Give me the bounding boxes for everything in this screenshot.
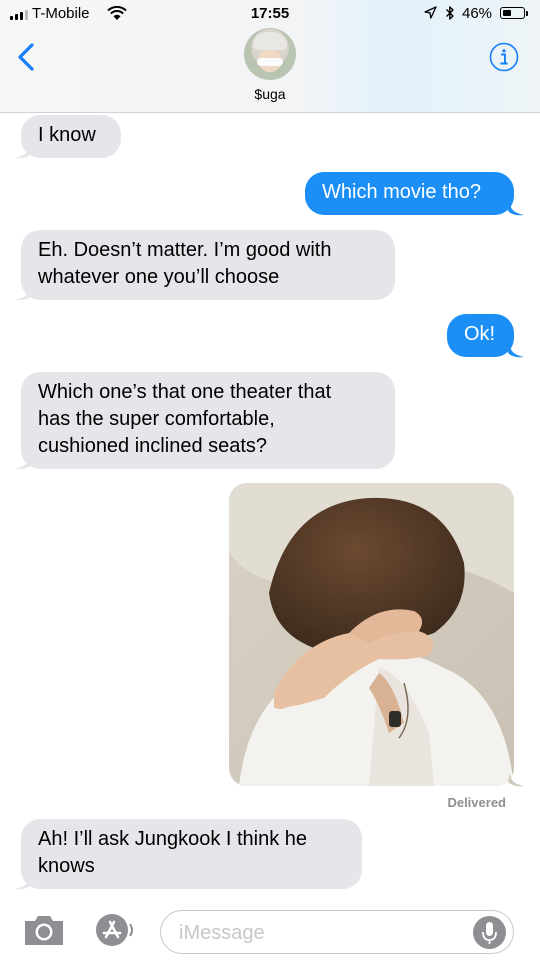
conversation-header: T-Mobile 17:55 46% $uga bbox=[0, 0, 540, 113]
bubble-tail bbox=[15, 287, 31, 301]
message-line: Eh. Doesn’t matter. I’m good with bbox=[38, 239, 332, 261]
app-store-button[interactable] bbox=[92, 910, 136, 950]
location-arrow-icon bbox=[424, 6, 437, 19]
camera-button[interactable] bbox=[22, 913, 66, 947]
microphone-icon bbox=[482, 922, 497, 944]
battery-percent: 46% bbox=[462, 5, 493, 22]
avatar-mask bbox=[257, 58, 283, 66]
delivered-status: Delivered bbox=[447, 795, 506, 810]
received-message[interactable]: Eh. Doesn’t matter. I’m good with whatev… bbox=[21, 230, 395, 300]
bubble-tail bbox=[508, 773, 524, 787]
bluetooth-icon bbox=[446, 6, 454, 20]
message-line: whatever one you’ll choose bbox=[38, 266, 280, 288]
contact-avatar[interactable] bbox=[244, 28, 296, 80]
status-time: 17:55 bbox=[250, 5, 290, 22]
avatar-hat bbox=[253, 32, 287, 50]
bubble-tail bbox=[15, 456, 31, 470]
bubble-tail bbox=[508, 202, 524, 216]
status-bar: T-Mobile 17:55 46% bbox=[0, 0, 540, 30]
contact-name[interactable]: $uga bbox=[0, 86, 540, 102]
bubble-tail bbox=[508, 344, 524, 358]
battery-icon bbox=[500, 7, 525, 19]
received-message[interactable]: Ah! I’ll ask Jungkook I think he knows bbox=[21, 819, 362, 889]
message-text: Ok! bbox=[464, 323, 496, 345]
back-button[interactable] bbox=[14, 42, 40, 72]
sent-message[interactable]: Ok! bbox=[447, 314, 514, 357]
bubble-tail bbox=[15, 145, 31, 159]
message-line: cushioned inclined seats? bbox=[38, 435, 268, 457]
message-line: Which one’s that one theater that bbox=[38, 381, 332, 403]
app-store-icon bbox=[96, 914, 133, 946]
message-text: Which movie tho? bbox=[322, 181, 481, 203]
photo-message[interactable] bbox=[229, 483, 514, 786]
message-text-input[interactable] bbox=[179, 920, 449, 946]
photo-image bbox=[229, 483, 514, 786]
bubble-tail bbox=[15, 876, 31, 890]
battery-tip bbox=[526, 11, 528, 16]
info-button[interactable] bbox=[489, 42, 519, 72]
dictation-button[interactable] bbox=[473, 916, 506, 949]
message-line: Ah! I’ll ask Jungkook I think he bbox=[38, 828, 308, 850]
message-line: has the super comfortable, bbox=[38, 408, 275, 430]
sent-message[interactable]: Which movie tho? bbox=[305, 172, 514, 215]
message-text: I know bbox=[38, 124, 96, 146]
received-message[interactable]: Which one’s that one theater that has th… bbox=[21, 372, 395, 469]
imessage-field[interactable] bbox=[160, 910, 514, 954]
received-message[interactable]: I know bbox=[21, 115, 121, 158]
message-line: knows bbox=[38, 855, 95, 877]
